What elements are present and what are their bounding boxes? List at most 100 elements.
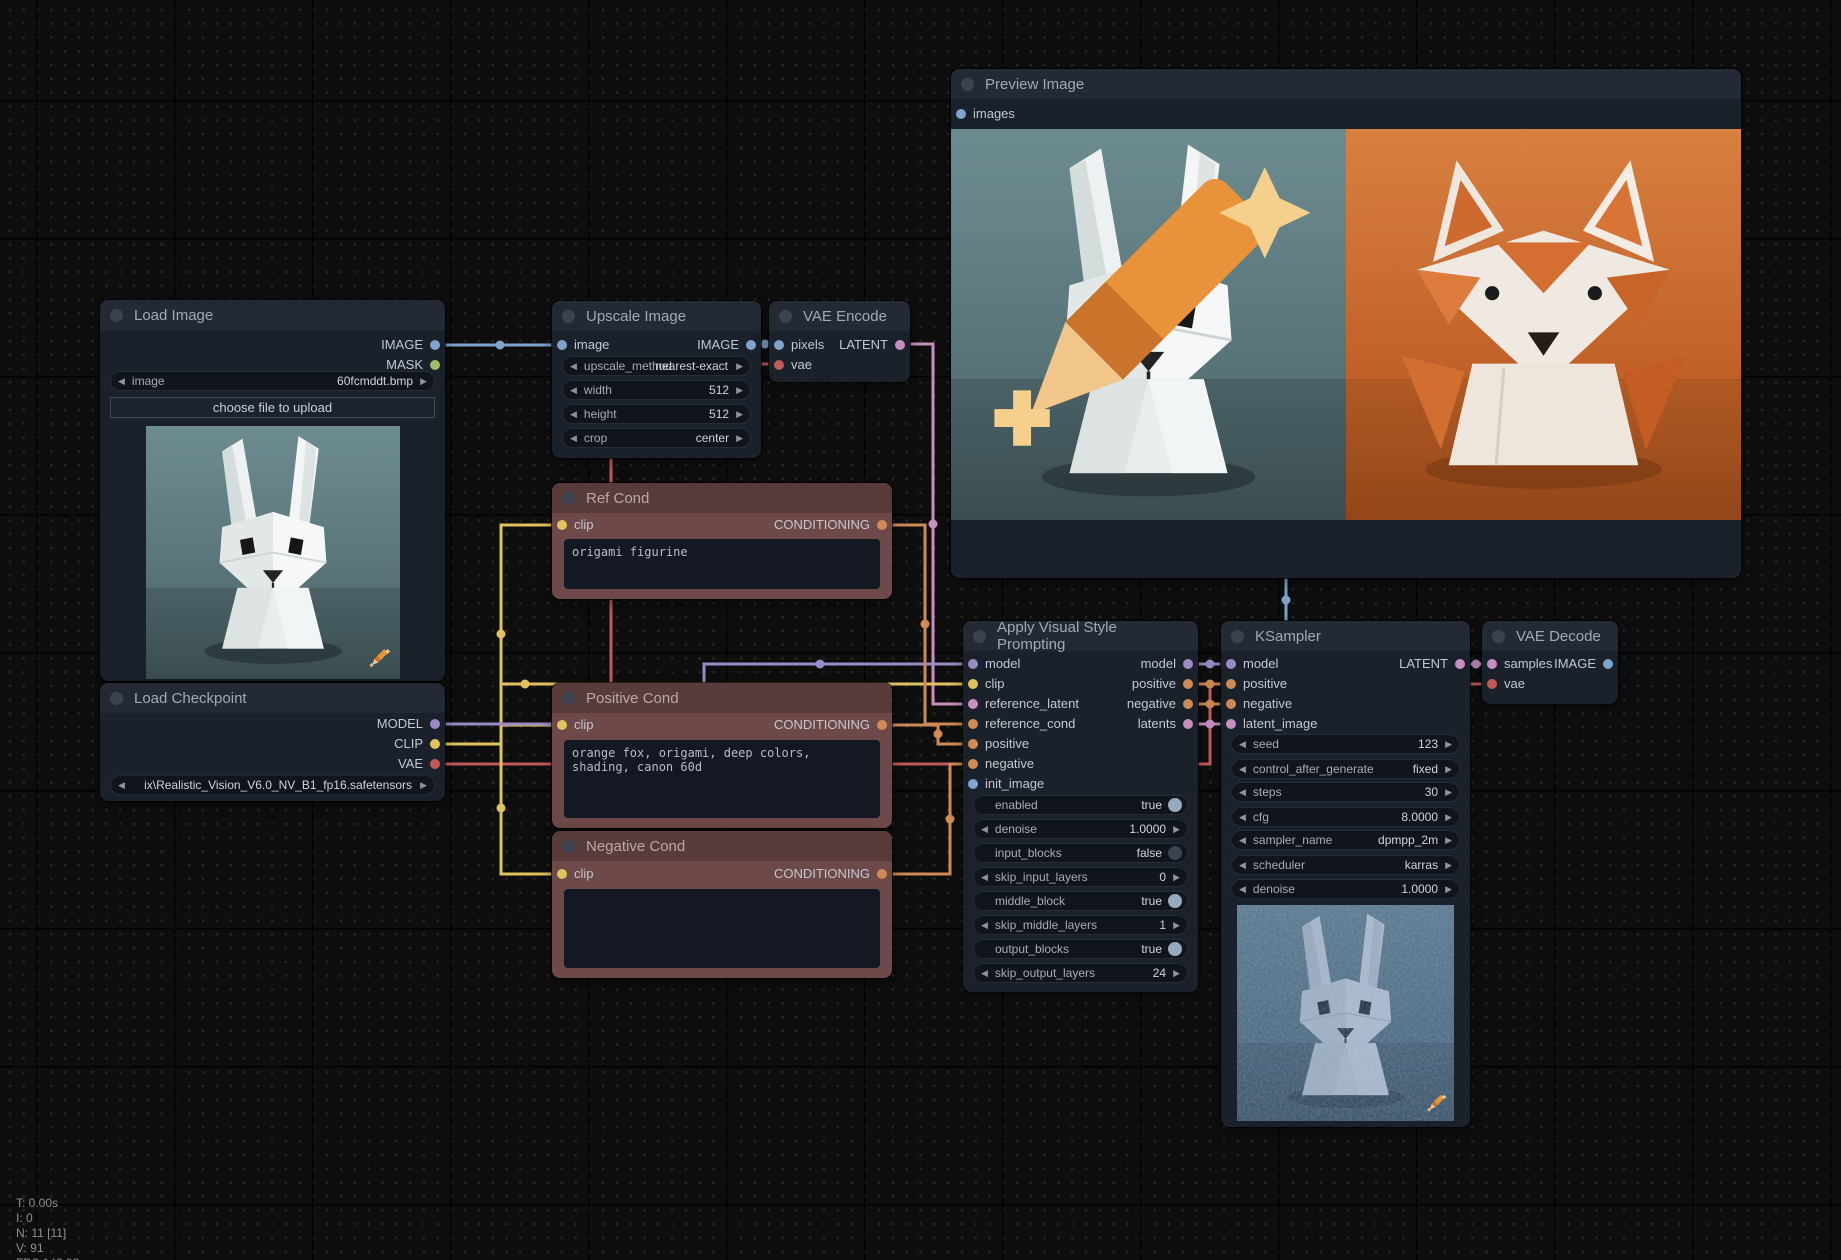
ckpt-name-combo-widget[interactable]: ◀ ix\Realistic_Vision_V6.0_NV_B1_fp16.sa… (110, 775, 435, 795)
node-status-dot[interactable] (961, 77, 974, 91)
output-slot-model[interactable] (1183, 659, 1193, 669)
node-positive-cond[interactable]: Positive Cond clip CONDITIONING orange f… (552, 683, 892, 828)
prompt-textarea[interactable]: origami figurine (564, 539, 880, 589)
scheduler-widget[interactable]: ◀ scheduler karras ▶ (1231, 855, 1460, 875)
input-slot-clip[interactable] (557, 869, 567, 879)
stepper-right-arrow-icon[interactable]: ▶ (1173, 920, 1180, 931)
node-titlebar[interactable]: Load Checkpoint (100, 683, 445, 713)
height-widget[interactable]: ◀ height 512 ▶ (562, 404, 751, 424)
input-slot-clip[interactable] (968, 679, 978, 689)
stepper-left-arrow-icon[interactable]: ◀ (1239, 739, 1246, 750)
node-vae-decode[interactable]: VAE Decode samples IMAGE vae (1482, 621, 1618, 704)
sampler-name-widget[interactable]: ◀ sampler_name dpmpp_2m ▶ (1231, 830, 1460, 850)
control-after-generate-widget[interactable]: ◀ control_after_generate fixed ▶ (1231, 759, 1460, 779)
input-slot-model[interactable] (968, 659, 978, 669)
node-titlebar[interactable]: Load Image (100, 300, 445, 330)
prompt-textarea[interactable] (564, 889, 880, 968)
output-slot-vae[interactable] (430, 759, 440, 769)
node-upscale-image[interactable]: Upscale Image image IMAGE ◀ upscale_meth… (552, 301, 761, 458)
stepper-right-arrow-icon[interactable]: ▶ (1173, 968, 1180, 979)
input-slot-latent-image[interactable] (1226, 719, 1236, 729)
stepper-right-arrow-icon[interactable]: ▶ (736, 385, 743, 396)
combo-right-arrow-icon[interactable]: ▶ (420, 780, 427, 791)
skip-input-layers-widget[interactable]: ◀ skip_input_layers 0 ▶ (973, 867, 1188, 887)
node-ksampler[interactable]: KSampler model LATENT positive negative … (1221, 621, 1470, 1127)
combo-right-arrow-icon[interactable]: ▶ (1445, 835, 1452, 846)
image-combo-widget[interactable]: ◀ image 60fcmddt.bmp ▶ (110, 371, 435, 391)
combo-left-arrow-icon[interactable]: ◀ (118, 376, 125, 387)
node-titlebar[interactable]: Upscale Image (552, 301, 761, 331)
input-slot-reference-latent[interactable] (968, 699, 978, 709)
skip-middle-layers-widget[interactable]: ◀ skip_middle_layers 1 ▶ (973, 915, 1188, 935)
node-titlebar[interactable]: Ref Cond (552, 483, 892, 513)
input-slot-vae[interactable] (1487, 679, 1497, 689)
denoise-widget[interactable]: ◀ denoise 1.0000 ▶ (1231, 879, 1460, 899)
combo-right-arrow-icon[interactable]: ▶ (1445, 860, 1452, 871)
node-status-dot[interactable] (1231, 629, 1244, 643)
output-slot-mask[interactable] (430, 360, 440, 370)
middle-block-toggle-widget[interactable]: middle_block true (973, 891, 1188, 911)
node-status-dot[interactable] (562, 491, 575, 505)
input-slot-model[interactable] (1226, 659, 1236, 669)
steps-widget[interactable]: ◀ steps 30 ▶ (1231, 782, 1460, 802)
input-slot-clip[interactable] (557, 720, 567, 730)
node-titlebar[interactable]: VAE Encode (769, 301, 910, 331)
combo-left-arrow-icon[interactable]: ◀ (570, 361, 577, 372)
combo-left-arrow-icon[interactable]: ◀ (570, 433, 577, 444)
skip-output-layers-widget[interactable]: ◀ skip_output_layers 24 ▶ (973, 963, 1188, 983)
input-slot-init-image[interactable] (968, 779, 978, 789)
input-slot-positive[interactable] (1226, 679, 1236, 689)
stepper-left-arrow-icon[interactable]: ◀ (981, 968, 988, 979)
input-slot-vae[interactable] (774, 360, 784, 370)
stepper-left-arrow-icon[interactable]: ◀ (570, 385, 577, 396)
prompt-textarea[interactable]: orange fox, origami, deep colors, shadin… (564, 740, 880, 818)
output-slot-latent[interactable] (1455, 659, 1465, 669)
input-blocks-toggle-widget[interactable]: input_blocks false (973, 843, 1188, 863)
stepper-left-arrow-icon[interactable]: ◀ (981, 824, 988, 835)
node-titlebar[interactable]: Positive Cond (552, 683, 892, 713)
input-slot-clip[interactable] (557, 520, 567, 530)
output-slot-conditioning[interactable] (877, 520, 887, 530)
node-status-dot[interactable] (562, 691, 575, 705)
cfg-widget[interactable]: ◀ cfg 8.0000 ▶ (1231, 807, 1460, 827)
stepper-left-arrow-icon[interactable]: ◀ (981, 920, 988, 931)
stepper-right-arrow-icon[interactable]: ▶ (1173, 872, 1180, 883)
node-status-dot[interactable] (110, 308, 123, 322)
combo-right-arrow-icon[interactable]: ▶ (420, 376, 427, 387)
enabled-toggle-widget[interactable]: enabled true (973, 795, 1188, 815)
node-load-image[interactable]: Load Image IMAGE MASK ◀ image 60fcmddt.b… (100, 300, 445, 681)
combo-right-arrow-icon[interactable]: ▶ (736, 361, 743, 372)
edit-pencil-icon[interactable] (951, 129, 1332, 506)
width-widget[interactable]: ◀ width 512 ▶ (562, 380, 751, 400)
upscale-method-widget[interactable]: ◀ upscale_method nearest-exact ▶ (562, 356, 751, 376)
combo-left-arrow-icon[interactable]: ◀ (118, 780, 125, 791)
node-status-dot[interactable] (779, 309, 792, 323)
node-status-dot[interactable] (562, 309, 575, 323)
node-apply-visual-style[interactable]: Apply Visual Style Prompting model model… (963, 619, 1198, 992)
edit-pencil-icon[interactable] (1424, 1091, 1448, 1115)
output-slot-positive[interactable] (1183, 679, 1193, 689)
denoise-widget[interactable]: ◀ denoise 1.0000 ▶ (973, 819, 1188, 839)
stepper-right-arrow-icon[interactable]: ▶ (1445, 787, 1452, 798)
toggle-knob-icon[interactable] (1168, 846, 1182, 860)
node-titlebar[interactable]: Negative Cond (552, 831, 892, 861)
node-titlebar[interactable]: Preview Image (951, 69, 1741, 99)
combo-left-arrow-icon[interactable]: ◀ (1239, 764, 1246, 775)
node-status-dot[interactable] (562, 839, 575, 853)
stepper-left-arrow-icon[interactable]: ◀ (1239, 787, 1246, 798)
stepper-right-arrow-icon[interactable]: ▶ (1445, 884, 1452, 895)
input-slot-samples[interactable] (1487, 659, 1497, 669)
stepper-right-arrow-icon[interactable]: ▶ (736, 409, 743, 420)
output-slot-latent[interactable] (895, 340, 905, 350)
stepper-right-arrow-icon[interactable]: ▶ (1445, 739, 1452, 750)
stepper-right-arrow-icon[interactable]: ▶ (1173, 824, 1180, 835)
node-graph-canvas[interactable]: Preview Image images Load Image IMAGE MA… (0, 0, 1841, 1260)
stepper-left-arrow-icon[interactable]: ◀ (570, 409, 577, 420)
output-slot-clip[interactable] (430, 739, 440, 749)
node-titlebar[interactable]: VAE Decode (1482, 621, 1618, 651)
seed-widget[interactable]: ◀ seed 123 ▶ (1231, 734, 1460, 754)
node-titlebar[interactable]: Apply Visual Style Prompting (963, 619, 1198, 653)
node-status-dot[interactable] (1492, 629, 1505, 643)
node-titlebar[interactable]: KSampler (1221, 621, 1470, 651)
node-load-checkpoint[interactable]: Load Checkpoint MODEL CLIP VAE ◀ ix\Real… (100, 683, 445, 801)
